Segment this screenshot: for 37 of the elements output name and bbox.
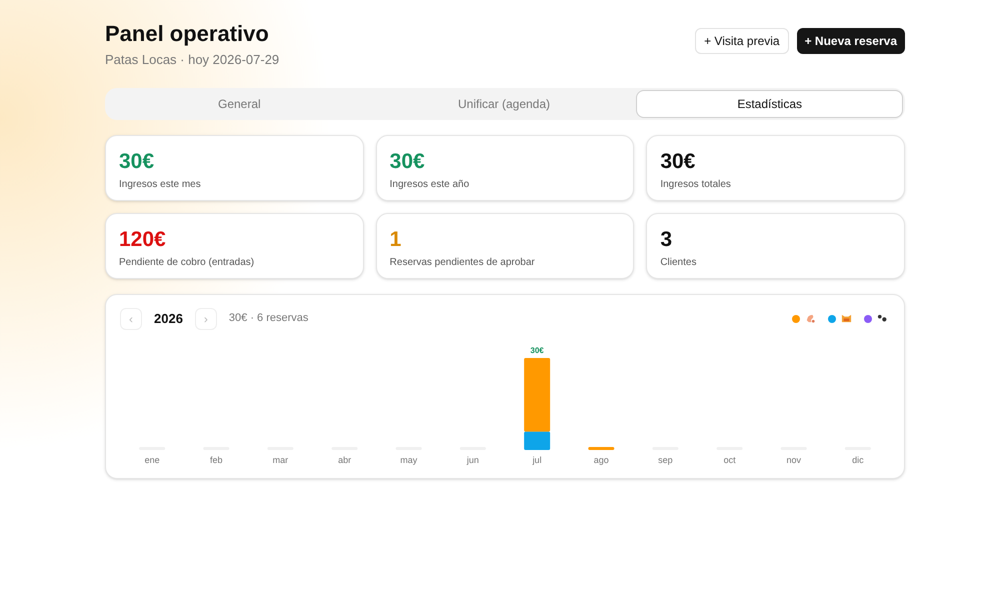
- month-label: ene: [144, 454, 160, 464]
- month-label: may: [400, 454, 418, 464]
- stat-label: Pendiente de cobro (entradas): [119, 256, 254, 270]
- stat-label: Ingresos totales: [660, 178, 731, 192]
- new-booking-button[interactable]: + Nueva reserva: [796, 28, 905, 54]
- page-subtitle: Patas Locas · hoy 2026-07-29: [105, 51, 280, 69]
- tab[interactable]: Unificar (agenda): [372, 90, 636, 118]
- month-label: abr: [338, 454, 352, 464]
- month-label: oct: [724, 454, 736, 464]
- stat-value: 120€: [119, 228, 166, 252]
- stat-label: Clientes: [660, 256, 696, 270]
- month-label: jul: [532, 454, 542, 464]
- stat-label: Reservas pendientes de aprobar: [390, 256, 535, 270]
- preview-visit-button[interactable]: + Visita previa: [695, 28, 789, 54]
- month-label: jun: [466, 454, 479, 464]
- month-label: ago: [594, 454, 609, 464]
- month-label: sep: [658, 454, 673, 464]
- year-label: 2026: [153, 310, 184, 328]
- stat-value: 30€: [119, 150, 154, 174]
- month-label: mar: [272, 454, 288, 464]
- stat-value: 1: [390, 228, 402, 252]
- month-label: nov: [786, 454, 801, 464]
- stat-label: Ingresos este año: [390, 178, 470, 192]
- page-title: Panel operativo: [105, 20, 270, 48]
- year-summary: 30€ · 6 reservas: [228, 311, 308, 326]
- bar-segment: [588, 446, 614, 450]
- month-label: feb: [210, 454, 222, 464]
- cat-icon: [841, 313, 852, 324]
- stat-value: 30€: [660, 150, 696, 174]
- paw-icon: [877, 313, 888, 324]
- bar-value-label: 30€: [530, 346, 544, 354]
- stat-label: Ingresos este mes: [119, 178, 201, 192]
- stat-value: 3: [660, 228, 672, 252]
- tab[interactable]: General: [107, 90, 372, 118]
- stat-value: 30€: [390, 150, 425, 174]
- month-label: dic: [852, 454, 864, 464]
- tab[interactable]: Estadísticas: [636, 90, 904, 118]
